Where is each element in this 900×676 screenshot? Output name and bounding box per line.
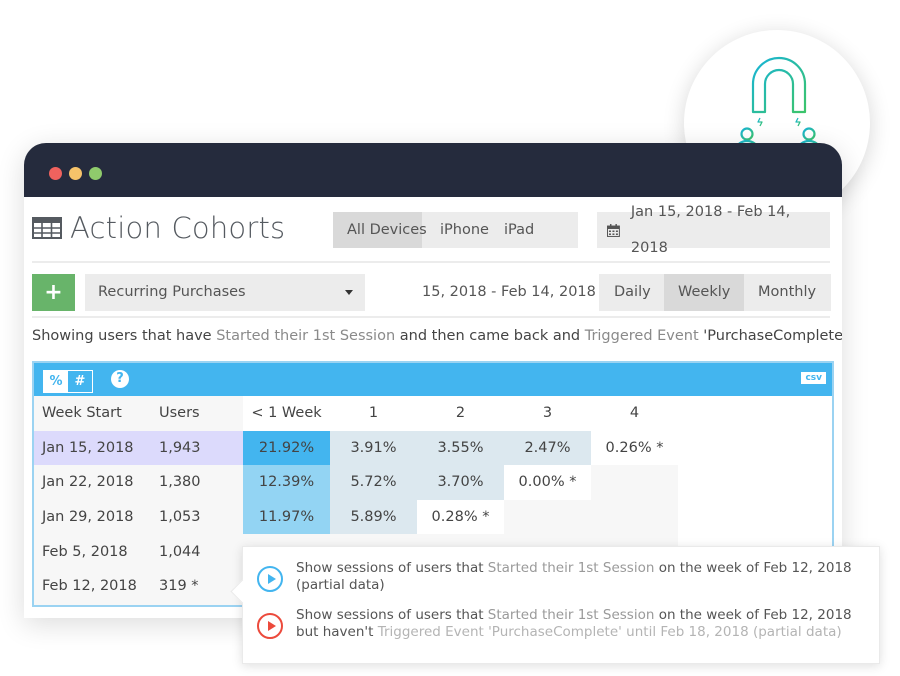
retention-cell[interactable]: 3.91% (330, 430, 417, 466)
column-header-week-1: 1 (330, 396, 417, 431)
cohort-date-range: 15, 2018 - Feb 14, 2018 (422, 284, 596, 300)
week-start-cell: Jan 29, 2018 (42, 509, 134, 526)
description-text: and then came back and (395, 328, 585, 344)
week-start-cell: Jan 15, 2018 (34, 430, 151, 466)
device-option-iphone[interactable]: iPhone (422, 212, 494, 248)
close-window-button[interactable] (49, 167, 62, 180)
retention-cell[interactable]: 5.72% (330, 465, 417, 500)
users-cell: 319 * (159, 578, 199, 595)
csv-export-button[interactable]: csv (801, 372, 826, 384)
add-cohort-button[interactable]: + (32, 274, 75, 311)
column-header-users: Users (159, 405, 200, 422)
calendar-icon (607, 223, 620, 237)
table-header-row: Week Start Users < 1 Week 1 2 3 4 (34, 396, 832, 431)
cohort-description: Showing users that have Started their 1s… (32, 328, 842, 344)
minimize-window-button[interactable] (69, 167, 82, 180)
retention-cell[interactable]: 12.39% (243, 465, 330, 500)
maximize-window-button[interactable] (89, 167, 102, 180)
period-option-monthly[interactable]: Monthly (744, 274, 831, 311)
period-option-daily[interactable]: Daily (599, 274, 664, 311)
column-header-week-start: Week Start (42, 405, 122, 422)
show-sessions-without-event-text: Show sessions of users that Started thei… (296, 607, 852, 640)
users-cell: 1,943 (151, 430, 243, 466)
help-icon[interactable]: ? (111, 370, 129, 388)
retention-cell[interactable]: 3.55% (417, 430, 504, 466)
divider (32, 316, 830, 318)
retention-cell[interactable]: 5.89% (330, 499, 417, 535)
date-range-text: Jan 15, 2018 - Feb 14, 2018 (630, 204, 791, 256)
table-row[interactable]: Jan 22, 2018 1,380 12.39% 5.72% 3.70% 0.00% * (34, 465, 832, 500)
retention-cell[interactable]: 11.97% (243, 499, 330, 535)
description-return-action: Triggered Event (584, 328, 704, 344)
divider (32, 261, 830, 263)
retention-cell[interactable]: 0.26% * (591, 430, 678, 466)
week-start-cell: Feb 5, 2018 (42, 543, 128, 560)
retention-cell (591, 500, 678, 535)
column-header-week-3: 3 (504, 396, 591, 431)
column-header-week-0: < 1 Week (243, 396, 330, 431)
page-title-text: Action Cohorts (70, 211, 286, 245)
table-row[interactable]: Jan 15, 2018 1,943 21.92% 3.91% 3.55% 2.47% 0.… (34, 430, 832, 466)
percent-mode-button[interactable]: % (44, 371, 68, 392)
users-cell: 1,053 (159, 509, 201, 526)
period-filter: Daily Weekly Monthly (599, 274, 831, 311)
description-first-action: Started their 1st Session (216, 328, 396, 344)
column-header-week-2: 2 (417, 396, 504, 431)
users-cell: 1,044 (159, 543, 201, 560)
caret-down-icon (345, 290, 353, 295)
retention-cell[interactable]: 2.47% (504, 430, 591, 466)
play-icon (257, 613, 283, 639)
table-row[interactable]: Jan 29, 2018 1,053 11.97% 5.89% 0.28% * (34, 499, 832, 535)
week-start-cell: Feb 12, 2018 (42, 578, 137, 595)
show-sessions-without-event-link[interactable]: Show sessions of users that Started thei… (257, 607, 866, 641)
device-option-all-devices[interactable]: All Devices (333, 212, 427, 248)
show-sessions-text: Show sessions of users that Started thei… (296, 560, 852, 593)
retention-cell (591, 465, 678, 500)
description-event-name: 'PurchaseComplete' (703, 328, 842, 344)
retention-cell[interactable]: 3.70% (417, 465, 504, 500)
retention-cell[interactable]: 0.28% * (417, 499, 504, 535)
plus-icon: + (44, 280, 63, 305)
device-option-ipad[interactable]: iPad (494, 212, 534, 248)
table-filler (678, 465, 832, 500)
table-toolbar: % # ? csv (34, 363, 832, 396)
column-header-week-4: 4 (591, 396, 678, 431)
week-start-cell: Jan 22, 2018 (42, 474, 134, 491)
table-grid-icon (32, 217, 62, 239)
table-filler (678, 499, 832, 535)
retention-cell[interactable]: 21.92% (243, 430, 330, 466)
period-option-weekly[interactable]: Weekly (664, 274, 744, 311)
retention-cell (504, 500, 591, 535)
cohort-select-value: Recurring Purchases (98, 284, 246, 300)
date-range-picker[interactable]: Jan 15, 2018 - Feb 14, 2018 (597, 204, 830, 256)
table-filler (678, 396, 832, 431)
show-sessions-link[interactable]: Show sessions of users that Started thei… (257, 560, 866, 594)
page-title: Action Cohorts (32, 211, 285, 245)
table-filler (678, 430, 832, 466)
retention-cell[interactable]: 0.00% * (504, 465, 591, 500)
cohort-actions-popover: Show sessions of users that Started thei… (230, 546, 880, 664)
window-titlebar (24, 143, 842, 197)
display-mode-toggle: % # (43, 370, 93, 393)
device-filter: All Devices iPhone iPad (333, 212, 578, 248)
users-cell: 1,380 (159, 474, 201, 491)
number-mode-button[interactable]: # (68, 371, 92, 392)
play-icon (257, 566, 283, 592)
cohort-select-dropdown[interactable]: Recurring Purchases (85, 274, 365, 311)
description-text: Showing users that have (32, 328, 217, 344)
